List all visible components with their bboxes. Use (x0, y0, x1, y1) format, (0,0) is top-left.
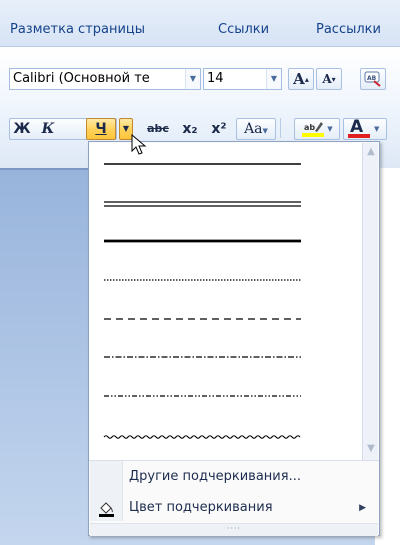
underline-style-dotted[interactable] (94, 261, 354, 295)
subscript-button[interactable]: x₂ (178, 118, 202, 140)
underline-color-item[interactable]: Цвет подчеркивания ▶ (90, 494, 378, 522)
grow-font-button[interactable]: A▴ (288, 68, 314, 90)
underline-dropdown-menu: ▲ ▼ Другие подчеркивания... Цвет подчерк… (88, 141, 380, 536)
chevron-down-icon[interactable]: ▼ (185, 69, 200, 89)
scroll-up-icon[interactable]: ▲ (365, 146, 377, 157)
tab-mailings[interactable]: Рассылки (316, 22, 381, 37)
submenu-arrow-icon: ▶ (359, 503, 366, 513)
font-color-swatch (348, 134, 370, 138)
shrink-font-button[interactable]: A▾ (316, 68, 342, 90)
tab-page-layout[interactable]: Разметка страницы (10, 22, 145, 37)
more-underlines-label: Другие подчеркивания... (129, 469, 301, 484)
highlighter-icon: ab (302, 122, 325, 137)
underline-button[interactable]: Ч (86, 118, 116, 140)
ribbon-tabs: Разметка страницы Ссылки Рассылки (0, 0, 400, 46)
underline-style-dashed[interactable] (94, 299, 354, 333)
mouse-pointer-icon (131, 134, 147, 155)
underline-style-dash-dot-dot[interactable] (94, 375, 354, 409)
svg-text:ab: ab (304, 123, 315, 132)
underline-style-list (94, 163, 354, 447)
font-size-value: 14 (207, 71, 224, 86)
clear-format-icon: AB (364, 71, 381, 87)
bold-button[interactable]: Ж (11, 118, 33, 140)
underline-style-gallery (90, 143, 362, 460)
font-size-combo[interactable]: 14 ▼ (203, 68, 282, 90)
strikethrough-button[interactable]: abc (143, 118, 173, 140)
grow-font-icon: A (293, 70, 305, 88)
gallery-scrollbar[interactable]: ▲ ▼ (362, 143, 378, 460)
underline-style-double[interactable] (94, 185, 354, 219)
underline-style-dash-dot[interactable] (94, 337, 354, 371)
font-name-value: Calibri (Основной те (13, 71, 150, 86)
highlight-button[interactable]: ab ▼ (294, 118, 340, 140)
resize-grip[interactable]: ···· (90, 523, 378, 536)
scroll-down-icon[interactable]: ▼ (365, 443, 377, 454)
menu-separator (89, 460, 379, 461)
chevron-down-icon[interactable]: ▼ (266, 69, 281, 89)
superscript-button[interactable]: x² (207, 118, 231, 140)
change-case-button[interactable]: Aa▼ (236, 118, 276, 140)
chevron-down-icon: ▼ (122, 124, 130, 133)
separator (280, 118, 281, 138)
chevron-down-icon: ▼ (374, 125, 380, 133)
underline-style-thick[interactable] (94, 223, 354, 257)
shrink-font-icon: A (322, 72, 332, 86)
underline-color-label: Цвет подчеркивания (129, 500, 273, 515)
italic-button[interactable]: К (37, 118, 59, 140)
font-color-button[interactable]: A ▼ (343, 117, 387, 140)
tab-references[interactable]: Ссылки (218, 22, 269, 37)
clear-formatting-button[interactable]: AB (360, 68, 386, 90)
font-name-combo[interactable]: Calibri (Основной те ▼ (9, 68, 201, 90)
change-case-label: Aa (244, 121, 263, 137)
underline-style-wave[interactable] (94, 413, 354, 447)
more-underlines-item[interactable]: Другие подчеркивания... (90, 463, 378, 491)
